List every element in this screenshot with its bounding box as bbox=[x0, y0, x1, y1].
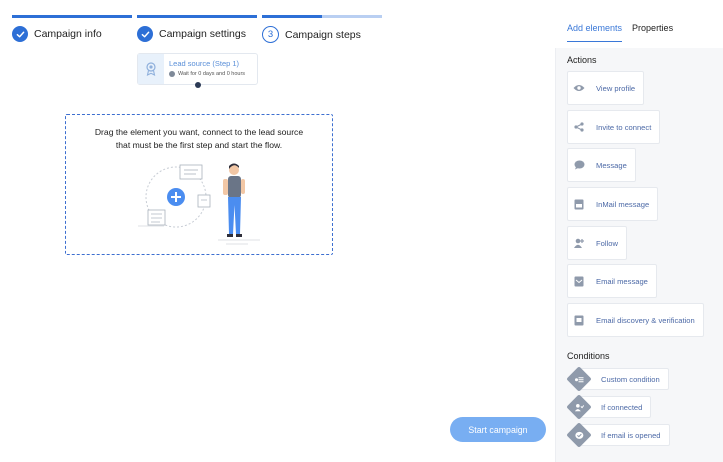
action-label: Email message bbox=[596, 276, 648, 286]
action-label: Invite to connect bbox=[596, 122, 652, 132]
action-view-profile[interactable]: View profile bbox=[567, 71, 645, 105]
drop-zone[interactable]: Drag the element you want, connect to th… bbox=[65, 114, 333, 255]
drag-illustration bbox=[138, 163, 260, 245]
eye-icon bbox=[568, 84, 590, 92]
lead-source-title: Lead source (Step 1) bbox=[169, 59, 240, 68]
step-label: Campaign steps bbox=[285, 28, 361, 41]
start-campaign-button[interactable]: Start campaign bbox=[450, 417, 546, 442]
follow-icon bbox=[568, 238, 590, 248]
condition-if-connected[interactable]: If connected bbox=[566, 394, 652, 420]
check-icon bbox=[12, 26, 28, 42]
step-label: Campaign settings bbox=[159, 28, 246, 40]
action-label: Email discovery & verification bbox=[596, 315, 695, 325]
chat-bubble-icon bbox=[568, 160, 590, 170]
action-email-message[interactable]: Email message bbox=[567, 264, 657, 298]
step-campaign-steps[interactable]: 3 Campaign steps bbox=[262, 26, 361, 43]
step-number: 3 bbox=[262, 26, 279, 43]
condition-label: If email is opened bbox=[580, 424, 670, 446]
lead-source-wait: Wait for 0 days and 0 hours bbox=[178, 71, 246, 77]
drop-zone-line-1: Drag the element you want, connect to th… bbox=[94, 127, 304, 137]
conditions-section-title: Conditions bbox=[567, 351, 610, 361]
action-email-discovery-verification[interactable]: Email discovery & verification bbox=[567, 303, 704, 337]
action-message[interactable]: Message bbox=[567, 148, 636, 182]
step-campaign-settings[interactable]: Campaign settings bbox=[137, 26, 246, 42]
action-follow[interactable]: Follow bbox=[567, 226, 627, 260]
share-icon bbox=[568, 122, 590, 132]
tab-properties[interactable]: Properties bbox=[632, 23, 673, 42]
action-inmail-message[interactable]: InMail message bbox=[567, 187, 659, 221]
connector-handle[interactable] bbox=[195, 82, 201, 88]
tab-add-elements[interactable]: Add elements bbox=[567, 23, 623, 42]
action-label: InMail message bbox=[596, 199, 650, 209]
step-progress-bar-1 bbox=[12, 15, 132, 18]
badge-icon bbox=[138, 54, 164, 84]
inmail-icon bbox=[568, 199, 590, 210]
condition-label: Custom condition bbox=[580, 368, 669, 390]
step-campaign-info[interactable]: Campaign info bbox=[12, 26, 102, 42]
email-icon bbox=[568, 276, 590, 287]
drop-zone-message: Drag the element you want, connect to th… bbox=[66, 126, 332, 152]
condition-custom[interactable]: Custom condition bbox=[566, 366, 669, 392]
lead-source-node[interactable]: Lead source (Step 1) Wait for 0 days and… bbox=[137, 53, 258, 85]
action-label: Follow bbox=[596, 238, 618, 248]
action-label: View profile bbox=[596, 83, 636, 93]
check-icon bbox=[137, 26, 153, 42]
action-label: Message bbox=[596, 160, 627, 170]
step-progress-bar-2 bbox=[137, 15, 257, 18]
condition-if-email-opened[interactable]: If email is opened bbox=[566, 422, 670, 448]
drop-zone-line-2: that must be the first step and start th… bbox=[115, 140, 283, 150]
step-label: Campaign info bbox=[34, 28, 102, 40]
sidebar-tabs: Add elements Properties bbox=[567, 23, 673, 42]
email-verify-icon bbox=[568, 315, 590, 326]
action-invite-to-connect[interactable]: Invite to connect bbox=[567, 110, 661, 144]
info-icon bbox=[169, 71, 175, 77]
actions-section-title: Actions bbox=[567, 55, 597, 65]
step-progress-bar-3 bbox=[262, 15, 382, 18]
